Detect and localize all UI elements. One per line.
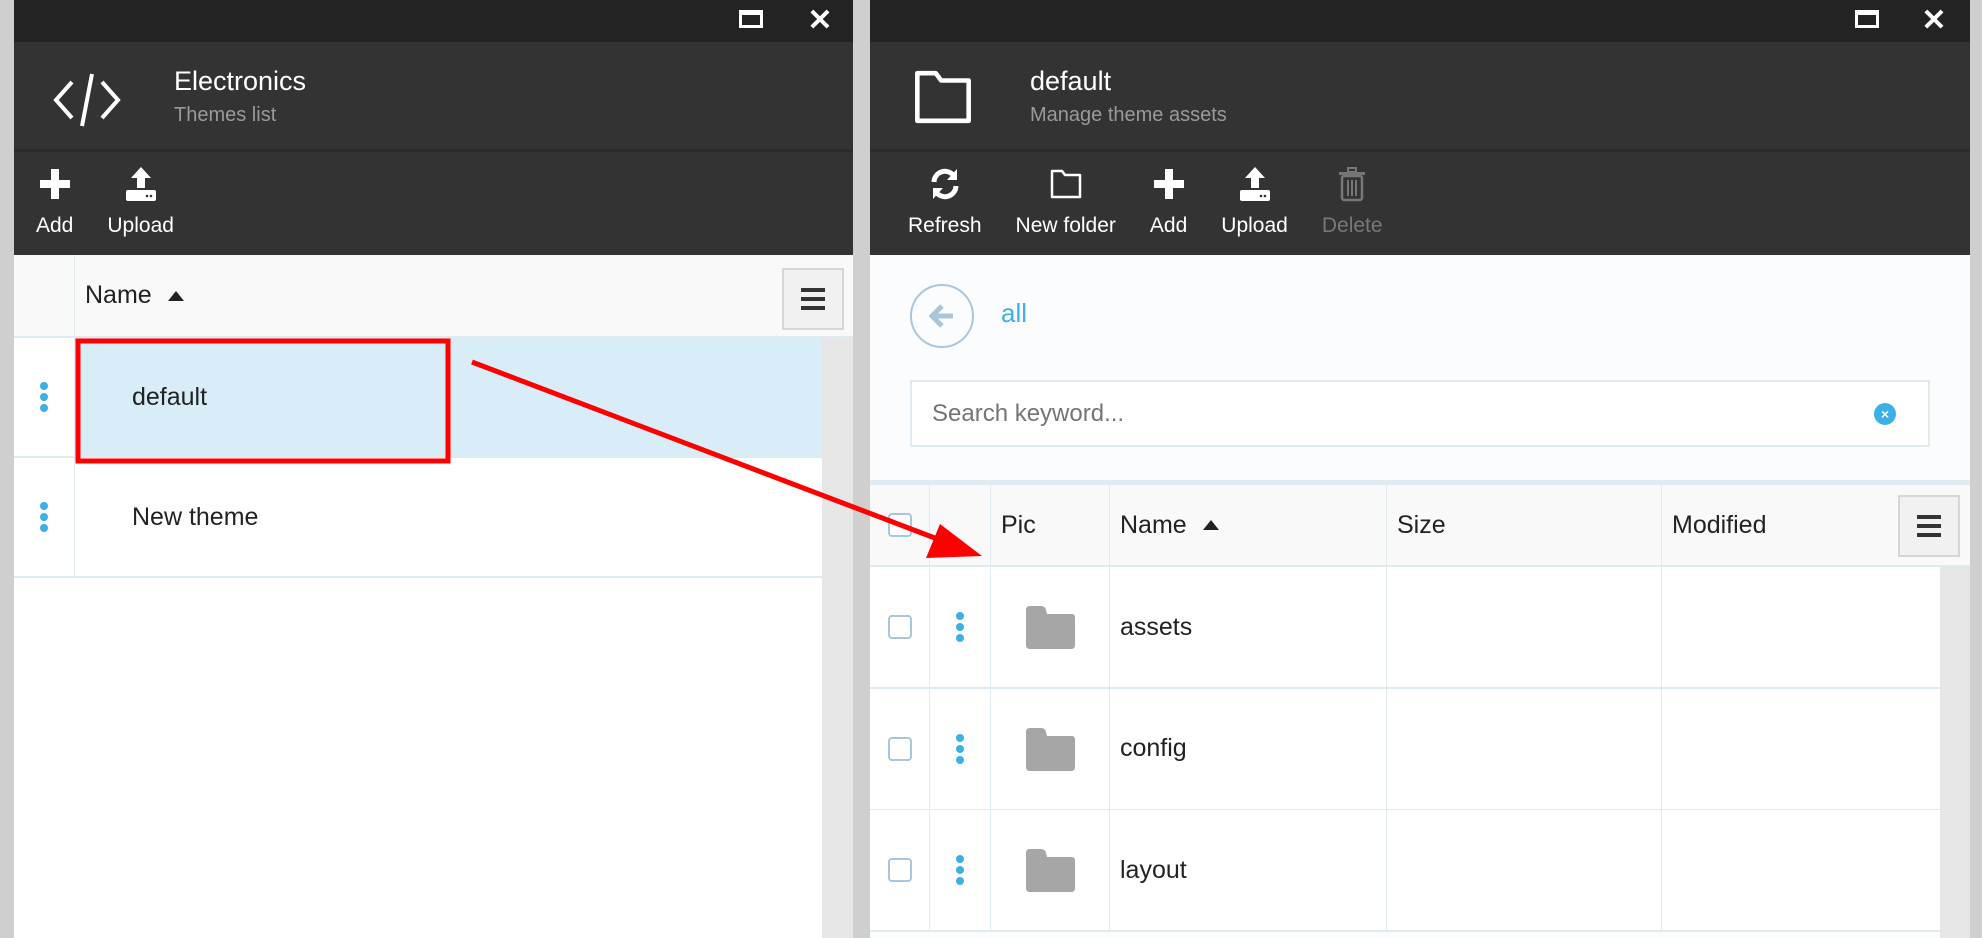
annotation-overlay	[75, 338, 982, 558]
annotation-arrow	[471, 359, 941, 543]
highlight-box	[75, 338, 451, 464]
arrow-head-icon	[926, 524, 982, 558]
